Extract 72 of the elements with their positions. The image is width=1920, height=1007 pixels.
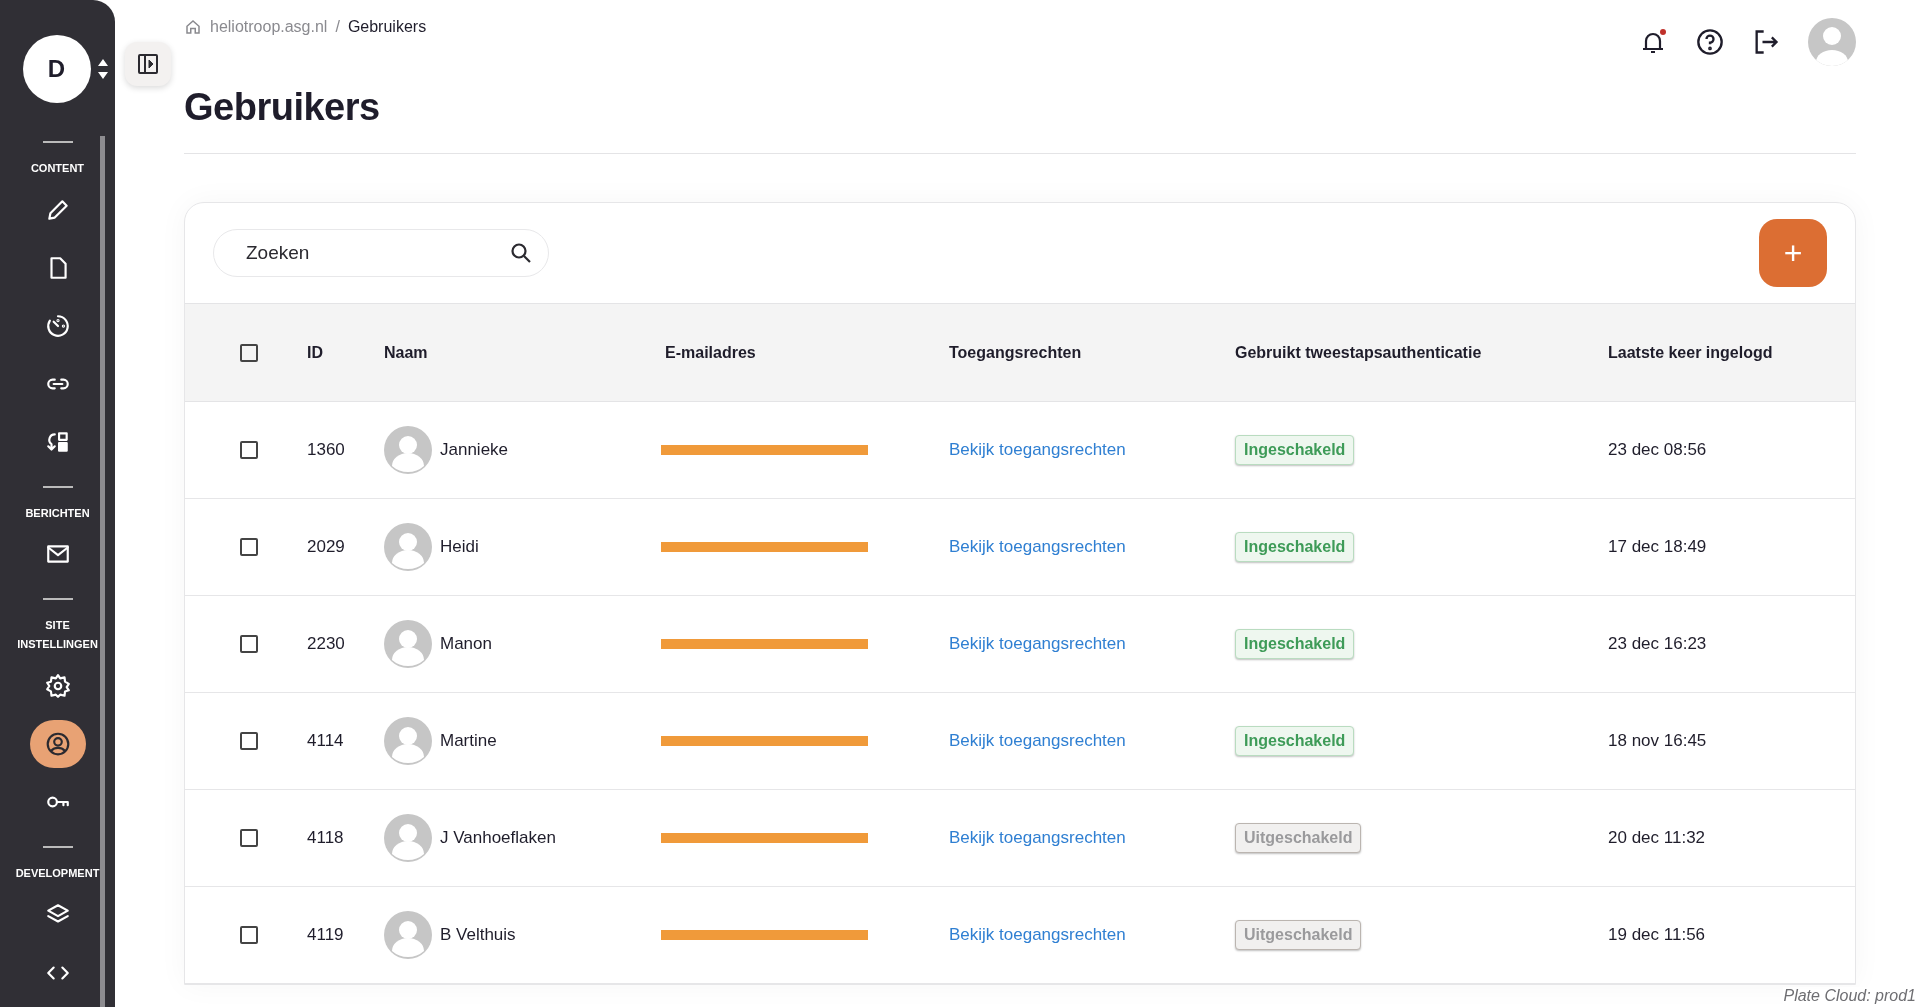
column-header[interactable]: Naam: [384, 343, 428, 362]
row-checkbox[interactable]: [240, 926, 258, 944]
table-cell: 19 dec 11:56: [1608, 925, 1706, 945]
user-circle-icon: [44, 731, 71, 758]
table-cell: 4119: [307, 925, 344, 945]
section-label: CONTENT: [29, 161, 86, 176]
column-header[interactable]: ID: [307, 343, 323, 362]
status-badge: Ingeschakeld: [1235, 435, 1355, 465]
row-checkbox[interactable]: [240, 732, 258, 750]
table-cell: 20 dec 11:32: [1608, 828, 1706, 848]
status-badge: Ingeschakeld: [1235, 726, 1355, 756]
page-title: Gebruikers: [184, 86, 381, 129]
table-cell: 2230: [307, 634, 345, 654]
status-badge: Ingeschakeld: [1235, 629, 1355, 659]
search-icon[interactable]: [509, 241, 533, 265]
column-header[interactable]: Gebruikt tweestapsauthenticatie: [1235, 343, 1482, 362]
breadcrumb-item[interactable]: heliotroop.asg.nl: [210, 18, 328, 36]
sort-icon[interactable]: [96, 58, 109, 80]
search-field[interactable]: Zoeken: [213, 229, 549, 277]
column-header[interactable]: Toegangsrechten: [949, 343, 1082, 362]
row-checkbox[interactable]: [240, 635, 258, 653]
table-cell: 18 nov 16:45: [1608, 731, 1707, 751]
row-checkbox[interactable]: [240, 538, 258, 556]
table-cell: 23 dec 16:23: [1608, 634, 1707, 654]
table-cell: Martine: [440, 731, 497, 751]
table-cell: 1360: [307, 440, 345, 460]
column-header[interactable]: E-mailadres: [665, 343, 756, 362]
table-cell: Manon: [440, 634, 492, 654]
table-cell: Heidi: [440, 537, 479, 557]
table-cell: 4118: [307, 828, 344, 848]
avatar-icon: [384, 620, 432, 668]
sidebar-toggle-button[interactable]: [125, 42, 171, 86]
avatar-icon: [384, 717, 432, 765]
access-link[interactable]: Bekijk toegangsrechten: [949, 925, 1126, 945]
status-badge: Uitgeschakeld: [1235, 823, 1362, 853]
table-cell: 4114: [307, 731, 344, 751]
status-badge: Uitgeschakeld: [1235, 920, 1362, 950]
table-cell: J Vanhoeflaken: [440, 828, 556, 848]
table-cell: 17 dec 18:49: [1608, 537, 1707, 557]
select-all-checkbox[interactable]: [240, 343, 258, 362]
clock-icon: [44, 312, 71, 339]
avatar-icon: [384, 523, 432, 571]
column-header[interactable]: Laatste keer ingelogd: [1608, 343, 1773, 362]
table-cell: 2029: [307, 537, 345, 557]
home-icon[interactable]: [184, 18, 202, 36]
table-cell: B Velthuis: [440, 925, 516, 945]
table-cell: Jannieke: [440, 440, 509, 460]
access-link[interactable]: Bekijk toegangsrechten: [949, 537, 1126, 557]
avatar-icon: [384, 911, 432, 959]
table-cell: 23 dec 08:56: [1608, 440, 1707, 460]
section-label: DEVELOPMENT: [14, 866, 101, 882]
row-checkbox[interactable]: [240, 829, 258, 847]
access-link[interactable]: Bekijk toegangsrechten: [949, 440, 1126, 460]
row-checkbox[interactable]: [240, 441, 258, 459]
access-link[interactable]: Bekijk toegangsrechten: [949, 731, 1126, 751]
add-button[interactable]: +: [1759, 219, 1827, 287]
breadcrumb-item: Gebruikers: [347, 18, 427, 36]
sidebar-panel-icon: [136, 52, 160, 76]
section-label: BERICHTEN: [24, 505, 91, 521]
section-label: SITE INSTELLINGEN: [16, 618, 99, 653]
status-badge: Ingeschakeld: [1235, 532, 1355, 562]
avatar-icon: [384, 814, 432, 862]
nav-item[interactable]: [29, 720, 86, 769]
help-icon[interactable]: [1696, 28, 1724, 56]
environment-label: Plate Cloud: prod1: [1783, 987, 1916, 1005]
avatar-icon: [384, 426, 432, 474]
breadcrumb-separator: /: [335, 18, 340, 36]
scrollbar[interactable]: [100, 136, 105, 1007]
access-link[interactable]: Bekijk toegangsrechten: [949, 634, 1126, 654]
account-avatar[interactable]: D: [22, 35, 91, 103]
settings-icon: [44, 673, 71, 700]
access-link[interactable]: Bekijk toegangsrechten: [949, 828, 1126, 848]
